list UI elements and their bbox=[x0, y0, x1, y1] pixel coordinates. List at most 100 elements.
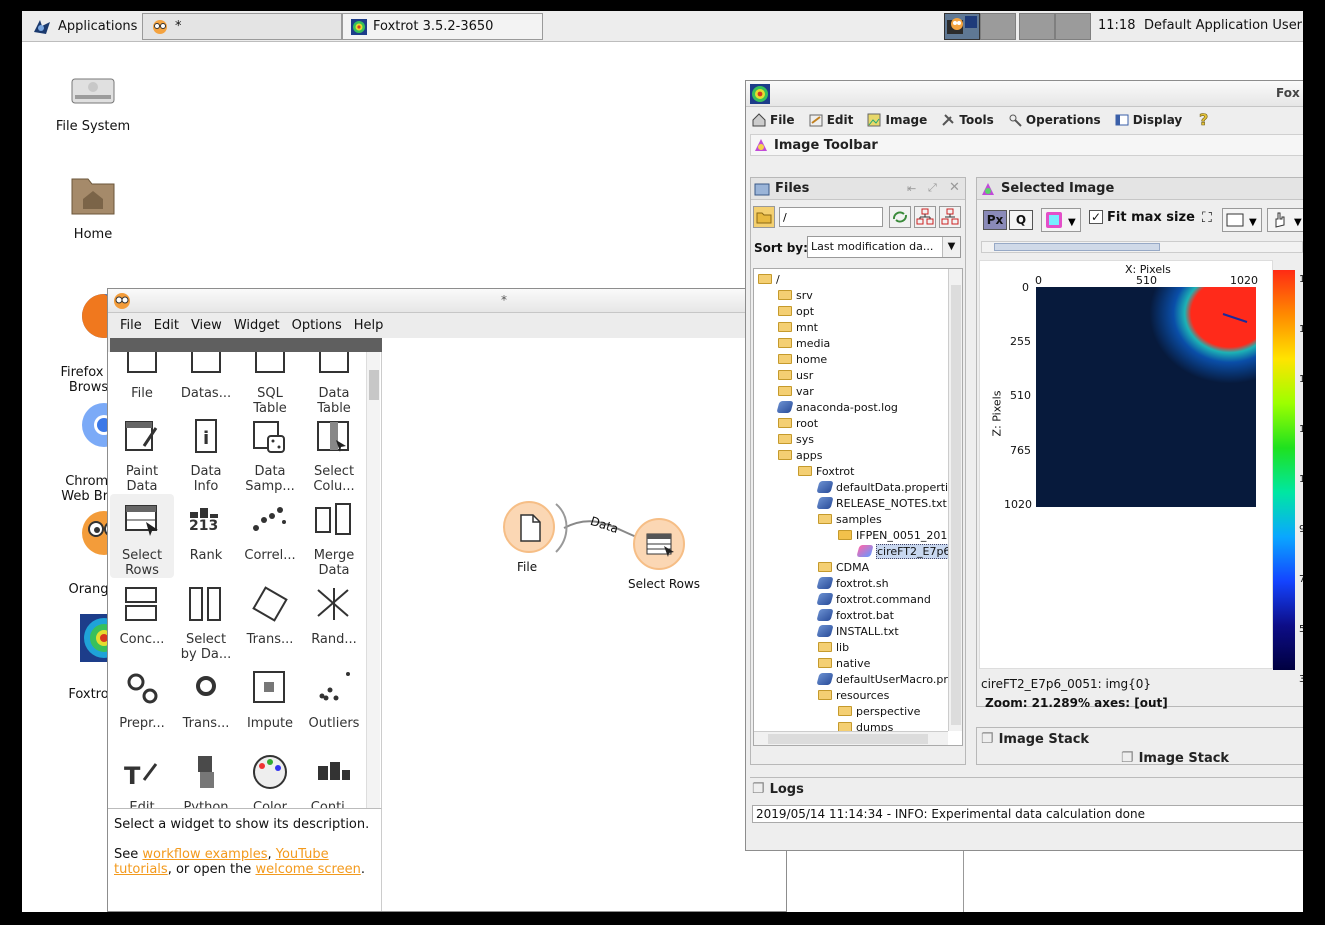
tree-item[interactable]: defaultData.properti bbox=[816, 479, 948, 495]
help-button[interactable]: ? bbox=[1196, 111, 1210, 127]
taskbar-orange[interactable]: * bbox=[142, 13, 342, 40]
welcome-screen-link[interactable]: welcome screen bbox=[255, 862, 360, 877]
menu-help[interactable]: Help bbox=[348, 318, 390, 333]
browse-folder-button[interactable] bbox=[753, 206, 775, 228]
path-input[interactable] bbox=[779, 207, 883, 227]
workspace-1[interactable] bbox=[944, 13, 980, 40]
workspace-4[interactable] bbox=[1055, 13, 1091, 40]
tree-item[interactable]: foxtrot.sh bbox=[816, 575, 889, 591]
palette-header-bar[interactable] bbox=[110, 338, 382, 352]
widget-select-rows[interactable]: Select Rows bbox=[110, 494, 174, 578]
fit-screen-icon[interactable]: ⛶ bbox=[1202, 210, 1212, 226]
widget-concatenate[interactable]: Conc... bbox=[110, 578, 174, 662]
expand-tree-button[interactable] bbox=[914, 206, 936, 228]
foxtrot-menu-file[interactable]: File bbox=[752, 113, 795, 127]
tree-item[interactable]: var bbox=[778, 383, 814, 399]
workspace-2[interactable] bbox=[980, 13, 1016, 40]
image-plot-area[interactable]: X: Pixels 0 510 1020 Z: Pixels 0 255 510… bbox=[979, 260, 1273, 669]
files-minimize-icon[interactable]: ⇤ bbox=[907, 182, 916, 195]
taskbar-foxtrot[interactable]: Foxtrot 3.5.2-3650 bbox=[342, 13, 543, 40]
foxtrot-menu-operations[interactable]: Operations bbox=[1008, 113, 1101, 127]
image-hscrollbar[interactable] bbox=[981, 241, 1303, 253]
sort-by-select[interactable]: Last modification da... ▼ bbox=[807, 236, 961, 258]
widget-randomize[interactable]: Rand... bbox=[302, 578, 366, 662]
widget-rank[interactable]: 213 Rank bbox=[174, 494, 238, 578]
files-maximize-icon[interactable]: ⤢ bbox=[928, 181, 937, 195]
tree-vscroll-thumb[interactable] bbox=[951, 285, 961, 725]
clock[interactable]: 11:18 bbox=[1098, 18, 1135, 33]
menu-edit[interactable]: Edit bbox=[148, 318, 185, 333]
tree-item[interactable]: resources bbox=[818, 687, 889, 703]
menu-view[interactable]: View bbox=[185, 318, 228, 333]
workflow-canvas[interactable]: File Data Select Rows bbox=[382, 338, 786, 911]
pixel-units-toggle[interactable]: Px bbox=[983, 210, 1007, 230]
tree-item[interactable]: apps bbox=[778, 447, 822, 463]
widget-correlations[interactable]: Correl... bbox=[238, 494, 302, 578]
widget-outliers[interactable]: Outliers bbox=[302, 662, 366, 746]
colormap-dropdown[interactable]: ▼ bbox=[1041, 208, 1081, 232]
widget-data-table[interactable]: Data Table bbox=[302, 352, 366, 416]
tree-item[interactable]: IFPEN_0051_201 bbox=[838, 527, 947, 543]
workspace-3[interactable] bbox=[1019, 13, 1055, 40]
foxtrot-titlebar[interactable]: Fox bbox=[746, 81, 1303, 107]
tree-hscroll-thumb[interactable] bbox=[768, 734, 928, 744]
fit-max-size-checkbox[interactable]: ✓ bbox=[1089, 210, 1103, 224]
tree-item[interactable]: opt bbox=[778, 303, 814, 319]
tree-item[interactable]: media bbox=[778, 335, 830, 351]
tree-item[interactable]: / bbox=[758, 271, 780, 287]
foxtrot-menu-image[interactable]: Image bbox=[867, 113, 927, 127]
widget-edit-domain[interactable]: T Edit Domain bbox=[110, 746, 174, 808]
widget-transpose[interactable]: Trans... bbox=[238, 578, 302, 662]
image-toolbar-bar[interactable]: Image Toolbar bbox=[750, 134, 1303, 156]
widget-transform[interactable]: Trans... bbox=[174, 662, 238, 746]
widget-continuize[interactable]: Conti... bbox=[302, 746, 366, 808]
refresh-button[interactable] bbox=[889, 206, 911, 228]
desktop-icon-home[interactable]: Home bbox=[33, 171, 153, 242]
tree-item[interactable]: anaconda-post.log bbox=[776, 399, 898, 415]
tree-item[interactable]: cireFT2_E7p6 bbox=[856, 543, 952, 559]
tree-vscrollbar[interactable] bbox=[948, 269, 962, 731]
menu-widget[interactable]: Widget bbox=[228, 318, 286, 333]
file-tree[interactable]: / srv opt mnt media home usr var anaconda-post.l… bbox=[753, 268, 963, 746]
tree-item[interactable]: root bbox=[778, 415, 818, 431]
widget-color[interactable]: Color bbox=[238, 746, 302, 808]
pointer-tool-dropdown[interactable]: ▼ bbox=[1267, 208, 1303, 232]
tree-item[interactable]: native bbox=[818, 655, 870, 671]
workflow-node-file[interactable] bbox=[503, 501, 555, 553]
applications-menu-button[interactable]: Applications bbox=[24, 13, 145, 40]
roi-shape-dropdown[interactable]: ▼ bbox=[1222, 208, 1262, 232]
menu-options[interactable]: Options bbox=[286, 318, 348, 333]
q-units-toggle[interactable]: Q bbox=[1009, 210, 1033, 230]
widget-preprocess[interactable]: Prepr... bbox=[110, 662, 174, 746]
tree-item[interactable]: sys bbox=[778, 431, 814, 447]
foxtrot-menu-display[interactable]: Display bbox=[1115, 113, 1182, 127]
tree-item[interactable]: perspective bbox=[838, 703, 920, 719]
tree-item[interactable]: samples bbox=[818, 511, 882, 527]
tree-item[interactable]: Foxtrot bbox=[798, 463, 854, 479]
orange-titlebar[interactable]: * bbox=[108, 289, 786, 313]
foxtrot-menu-edit[interactable]: Edit bbox=[809, 113, 853, 127]
widget-data-info[interactable]: i Data Info bbox=[174, 410, 238, 494]
tree-item[interactable]: RELEASE_NOTES.txt bbox=[816, 495, 947, 511]
widget-select-columns[interactable]: Select Colu... bbox=[302, 410, 366, 494]
tree-item[interactable]: foxtrot.command bbox=[816, 591, 931, 607]
tree-item[interactable]: CDMA bbox=[818, 559, 869, 575]
widget-merge-data[interactable]: Merge Data bbox=[302, 494, 366, 578]
widget-python-script[interactable]: Python Script bbox=[174, 746, 238, 808]
image-stack-tab[interactable]: ❐ Image Stack bbox=[1121, 750, 1229, 766]
widget-sql-table[interactable]: SQL Table bbox=[238, 352, 302, 416]
detector-image[interactable] bbox=[1036, 287, 1256, 507]
user-name[interactable]: Default Application User bbox=[1144, 18, 1302, 33]
widget-data-sampler[interactable]: Data Samp... bbox=[238, 410, 302, 494]
files-close-icon[interactable]: ✕ bbox=[949, 180, 960, 195]
tree-item[interactable]: home bbox=[778, 351, 827, 367]
palette-scroll-thumb[interactable] bbox=[369, 370, 379, 400]
tree-item[interactable]: lib bbox=[818, 639, 849, 655]
tree-item[interactable]: foxtrot.bat bbox=[816, 607, 894, 623]
collapse-tree-button[interactable] bbox=[939, 206, 961, 228]
tree-item[interactable]: srv bbox=[778, 287, 813, 303]
tree-item[interactable]: usr bbox=[778, 367, 813, 383]
widget-paint-data[interactable]: Paint Data bbox=[110, 410, 174, 494]
tree-item[interactable]: INSTALL.txt bbox=[816, 623, 899, 639]
tree-hscrollbar[interactable] bbox=[754, 731, 948, 745]
